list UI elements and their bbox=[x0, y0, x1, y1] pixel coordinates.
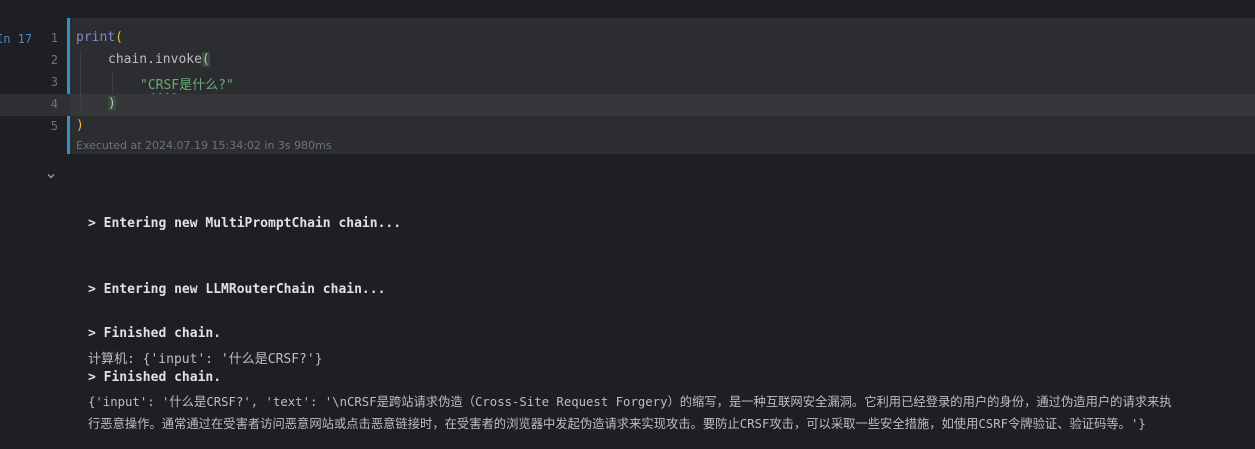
indent-guide bbox=[112, 72, 113, 94]
code-text[interactable]: ) bbox=[76, 118, 84, 133]
bracket: ) bbox=[108, 96, 116, 111]
output-line: {'input': '什么是CRSF?', 'text': '\nCRSF是跨站… bbox=[88, 395, 1172, 409]
output-line: > Finished chain. bbox=[88, 370, 222, 385]
function-name: print bbox=[76, 30, 116, 45]
output-line: 计算机: {'input': '什么是CRSF?'} bbox=[88, 352, 323, 367]
output-line: > Finished chain. bbox=[88, 326, 222, 341]
chevron-down-icon[interactable] bbox=[44, 171, 58, 185]
line-number: 4 bbox=[50, 97, 58, 111]
line-number: 5 bbox=[50, 119, 58, 133]
method-call: chain.invoke bbox=[108, 52, 202, 67]
spellcheck-word: CRSF bbox=[147, 78, 180, 93]
caret-line-highlight-cell bbox=[70, 94, 1255, 116]
notebook-view: In 17 1 print( 2 chain.invoke( 3 "CRSF是什… bbox=[0, 0, 1255, 449]
code-text[interactable]: ) bbox=[108, 96, 116, 111]
output-line: > Entering new LLMRouterChain chain... bbox=[88, 282, 386, 297]
execution-info: Executed at 2024.07.19 15:34:02 in 3s 98… bbox=[76, 139, 332, 152]
bracket: ( bbox=[201, 52, 210, 67]
bracket: ( bbox=[115, 30, 123, 45]
output-line: > Entering new MultiPromptChain chain... bbox=[88, 216, 402, 231]
code-line[interactable]: 3 "CRSF是什么?" bbox=[0, 72, 1255, 94]
string-quote: " bbox=[140, 78, 148, 93]
line-number: 2 bbox=[50, 53, 58, 67]
indent-guide bbox=[80, 50, 81, 116]
code-line-active[interactable]: 4 ) bbox=[0, 94, 1255, 116]
code-line[interactable]: 5 ) bbox=[0, 116, 1255, 138]
line-number: 3 bbox=[50, 75, 58, 89]
line-number: 1 bbox=[50, 31, 58, 45]
bracket: ) bbox=[76, 118, 84, 133]
string-literal: 是什么?" bbox=[179, 78, 234, 93]
code-text[interactable]: chain.invoke( bbox=[108, 52, 210, 67]
code-text[interactable]: print( bbox=[76, 30, 123, 45]
code-line[interactable]: 1 print( bbox=[0, 28, 1255, 50]
code-cell[interactable]: In 17 1 print( 2 chain.invoke( 3 "CRSF是什… bbox=[0, 18, 1255, 154]
output-line: 行恶意操作。通常通过在受害者访问恶意网站或点击恶意链接时，在受害者的浏览器中发起… bbox=[88, 417, 1146, 431]
code-line[interactable]: 2 chain.invoke( bbox=[0, 50, 1255, 72]
chevron-down-icon-glyph bbox=[47, 174, 55, 179]
code-text[interactable]: "CRSF是什么?" bbox=[140, 74, 234, 93]
